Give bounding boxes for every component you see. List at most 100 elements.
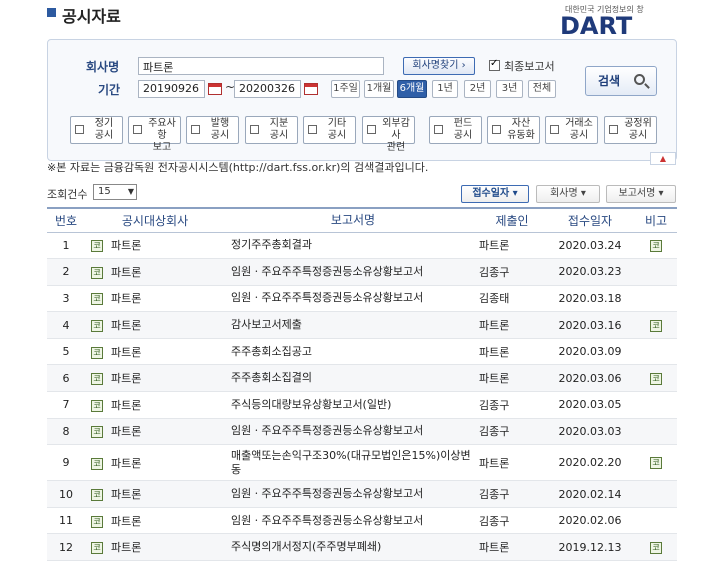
category-filter-6[interactable]: 펀드 공시 xyxy=(429,116,482,144)
final-report-checkbox[interactable] xyxy=(489,58,500,71)
sort-report-button[interactable]: 보고서명 ▾ xyxy=(606,185,676,203)
period-all-button[interactable]: 전체 xyxy=(528,80,556,98)
row-report-link[interactable]: 임원ㆍ주요주주특정증권등소유상황보고서 xyxy=(225,285,475,313)
date-from-input[interactable]: 20190926 xyxy=(138,80,205,98)
company-name-link[interactable]: 파트론 xyxy=(111,266,141,279)
row-company[interactable]: 코 파트론 xyxy=(85,258,225,286)
row-company[interactable]: 코 파트론 xyxy=(85,444,225,482)
header-report[interactable]: 보고서명 xyxy=(225,207,475,233)
category-label-line1: 외부감사 xyxy=(382,118,410,141)
row-note xyxy=(635,507,677,535)
period-3year-button[interactable]: 3년 xyxy=(496,80,523,98)
row-report-link[interactable]: 임원ㆍ주요주주특정증권등소유상황보고서 xyxy=(225,480,475,508)
company-name-link[interactable]: 파트론 xyxy=(111,488,141,501)
company-name-link[interactable]: 파트론 xyxy=(111,541,141,554)
row-report-link[interactable]: 감사보고서제출 xyxy=(225,311,475,339)
category-checkbox[interactable] xyxy=(75,125,84,134)
row-number: 11 xyxy=(47,507,85,535)
category-filter-8[interactable]: 거래소 공시 xyxy=(545,116,598,144)
date-to-input[interactable]: 20200326 xyxy=(234,80,301,98)
category-filter-2[interactable]: 발행 공시 xyxy=(186,116,239,144)
period-1week-button[interactable]: 1주일 xyxy=(331,80,360,98)
category-filter-5[interactable]: 외부감사 관련 xyxy=(362,116,415,153)
category-filter-4[interactable]: 기타 공시 xyxy=(303,116,356,144)
table-row[interactable]: 8 코 파트론 임원ㆍ주요주주특정증권등소유상황보고서 김종구 2020.03.03 xyxy=(47,418,677,446)
category-filter-7[interactable]: 자산 유동화 xyxy=(487,116,540,144)
company-name-link[interactable]: 파트론 xyxy=(111,425,141,438)
row-report-link[interactable]: 정기주주총회결과 xyxy=(225,232,475,260)
category-label: 공정위 공시 xyxy=(620,118,656,142)
table-row[interactable]: 10 코 파트론 임원ㆍ주요주주특정증권등소유상황보고서 김종구 2020.02.14 xyxy=(47,480,677,508)
row-report-link[interactable]: 매출액또는손익구조30%(대규모법인은15%)이상변동 xyxy=(225,444,475,482)
company-name-link[interactable]: 파트론 xyxy=(111,399,141,412)
table-row[interactable]: 12 코 파트론 주식명의개서정지(주주명부폐쇄) 파트론 2019.12.13 코 xyxy=(47,533,677,561)
row-report-link[interactable]: 임원ㆍ주요주주특정증권등소유상황보고서 xyxy=(225,418,475,446)
row-company[interactable]: 코 파트론 xyxy=(85,391,225,419)
category-checkbox[interactable] xyxy=(133,125,142,134)
category-checkbox[interactable] xyxy=(434,125,443,134)
sort-date-button[interactable]: 접수일자 ▾ xyxy=(461,185,529,203)
company-name-link[interactable]: 파트론 xyxy=(111,515,141,528)
row-company[interactable]: 코 파트론 xyxy=(85,418,225,446)
row-company[interactable]: 코 파트론 xyxy=(85,285,225,313)
category-checkbox[interactable] xyxy=(492,125,501,134)
calendar-to-icon[interactable] xyxy=(304,83,318,95)
table-row[interactable]: 6 코 파트론 주주총회소집결의 파트론 2020.03.06 코 xyxy=(47,364,677,393)
row-date: 2020.03.03 xyxy=(545,418,635,446)
company-name-link[interactable]: 파트론 xyxy=(111,239,141,252)
period-1year-button[interactable]: 1년 xyxy=(432,80,458,98)
company-input[interactable]: 파트론 xyxy=(138,57,384,75)
table-row[interactable]: 5 코 파트론 주주총회소집공고 파트론 2020.03.09 xyxy=(47,338,677,366)
sort-company-button[interactable]: 회사명 ▾ xyxy=(536,185,600,203)
category-filter-9[interactable]: 공정위 공시 xyxy=(604,116,657,144)
row-company[interactable]: 코 파트론 xyxy=(85,480,225,508)
company-name-link[interactable]: 파트론 xyxy=(111,292,141,305)
row-report-link[interactable]: 주주총회소집공고 xyxy=(225,338,475,366)
category-filter-0[interactable]: 정기 공시 xyxy=(70,116,123,144)
search-button[interactable]: 검색 xyxy=(585,66,657,96)
row-company[interactable]: 코 파트론 xyxy=(85,507,225,535)
row-report-link[interactable]: 임원ㆍ주요주주특정증권등소유상황보고서 xyxy=(225,258,475,286)
table-row[interactable]: 1 코 파트론 정기주주총회결과 파트론 2020.03.24 코 xyxy=(47,232,677,260)
row-company[interactable]: 코 파트론 xyxy=(85,533,225,561)
row-report-link[interactable]: 주식명의개서정지(주주명부폐쇄) xyxy=(225,533,475,561)
row-report-link[interactable]: 주주총회소집결의 xyxy=(225,364,475,393)
header-date[interactable]: 접수일자 xyxy=(545,207,635,233)
category-checkbox[interactable] xyxy=(191,125,200,134)
category-checkbox[interactable] xyxy=(367,125,376,134)
table-row[interactable]: 11 코 파트론 임원ㆍ주요주주특정증권등소유상황보고서 김종구 2020.02.06 xyxy=(47,507,677,535)
category-checkbox[interactable] xyxy=(308,125,317,134)
header-no[interactable]: 번호 xyxy=(47,207,85,233)
row-report-link[interactable]: 임원ㆍ주요주주특정증권등소유상황보고서 xyxy=(225,507,475,535)
period-1month-button[interactable]: 1개월 xyxy=(364,80,394,98)
collapse-icon[interactable]: ▲ xyxy=(650,152,676,165)
row-company[interactable]: 코 파트론 xyxy=(85,364,225,393)
table-row[interactable]: 3 코 파트론 임원ㆍ주요주주특정증권등소유상황보고서 김종태 2020.03.18 xyxy=(47,285,677,313)
category-checkbox[interactable] xyxy=(550,125,559,134)
table-row[interactable]: 9 코 파트론 매출액또는손익구조30%(대규모법인은15%)이상변동 파트론 2020.… xyxy=(47,444,677,482)
table-row[interactable]: 4 코 파트론 감사보고서제출 파트론 2020.03.16 코 xyxy=(47,311,677,339)
company-name-link[interactable]: 파트론 xyxy=(111,319,141,332)
row-company[interactable]: 코 파트론 xyxy=(85,232,225,260)
find-company-button[interactable]: 회사명찾기 › xyxy=(403,57,475,75)
table-row[interactable]: 2 코 파트론 임원ㆍ주요주주특정증권등소유상황보고서 김종구 2020.03.23 xyxy=(47,258,677,286)
dart-logo[interactable]: DART xyxy=(560,12,632,40)
row-company[interactable]: 코 파트론 xyxy=(85,338,225,366)
row-company[interactable]: 코 파트론 xyxy=(85,311,225,339)
calendar-from-icon[interactable] xyxy=(208,83,222,95)
row-report-link[interactable]: 주식등의대량보유상황보고서(일반) xyxy=(225,391,475,419)
category-filter-1[interactable]: 주요사항 보고 xyxy=(128,116,181,153)
period-2year-button[interactable]: 2년 xyxy=(464,80,491,98)
count-select[interactable]: 15 ▼ xyxy=(93,184,137,200)
company-name-link[interactable]: 파트론 xyxy=(111,372,141,385)
company-name-link[interactable]: 파트론 xyxy=(111,346,141,359)
category-checkbox[interactable] xyxy=(609,125,618,134)
category-filter-3[interactable]: 지분 공시 xyxy=(245,116,298,144)
category-checkbox[interactable] xyxy=(250,125,259,134)
header-submitter[interactable]: 제출인 xyxy=(475,207,545,233)
table-row[interactable]: 7 코 파트론 주식등의대량보유상황보고서(일반) 김종구 2020.03.05 xyxy=(47,391,677,419)
company-name-link[interactable]: 파트론 xyxy=(111,457,141,470)
header-company[interactable]: 공시대상회사 xyxy=(85,207,225,233)
category-label: 지분 공시 xyxy=(261,118,297,142)
period-6month-button[interactable]: 6개월 xyxy=(397,80,427,98)
